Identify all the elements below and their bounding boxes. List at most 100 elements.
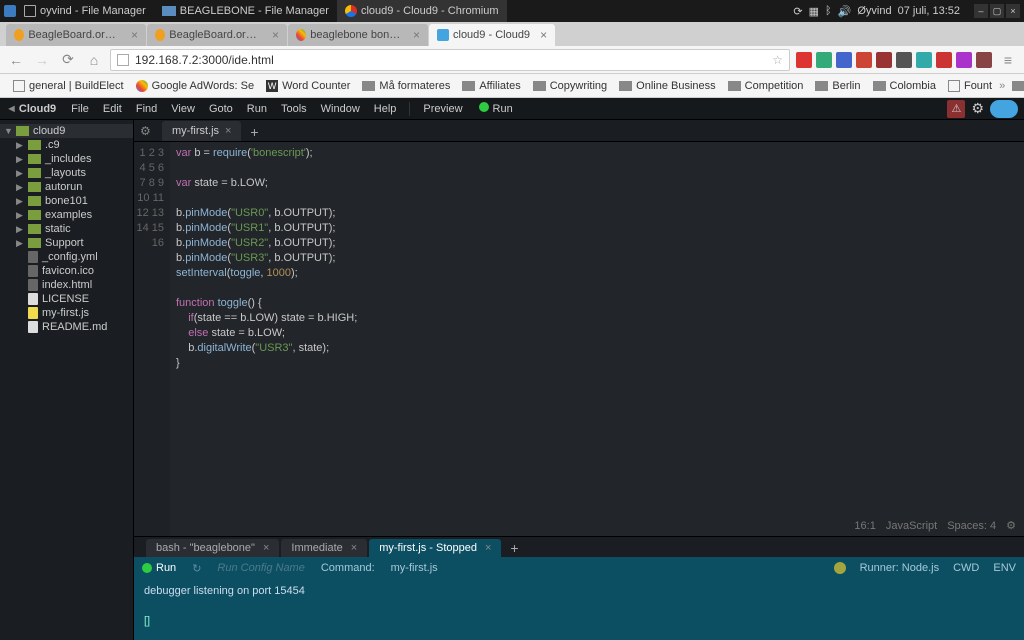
tree-item[interactable]: ▶bone101 [0, 194, 133, 208]
ide-logo[interactable]: Cloud9 [19, 103, 62, 115]
window-maximize-icon[interactable]: ▢ [990, 4, 1004, 18]
new-console-tab-button[interactable]: + [505, 539, 523, 557]
ext-icon[interactable] [976, 52, 992, 68]
new-tab-button[interactable]: + [245, 123, 263, 141]
tree-item[interactable]: README.md [0, 320, 133, 334]
tree-item[interactable]: LICENSE [0, 292, 133, 306]
tree-item[interactable]: _config.yml [0, 250, 133, 264]
chevron-icon[interactable]: ▶ [16, 154, 24, 165]
console-tab[interactable]: Immediate× [281, 539, 367, 557]
console-tab[interactable]: my-first.js - Stopped× [369, 539, 501, 557]
runner-label[interactable]: Runner: Node.js [860, 562, 940, 574]
cursor-position[interactable]: 16:1 [854, 519, 875, 534]
ext-icon[interactable] [836, 52, 852, 68]
taskbar-item[interactable]: oyvind - File Manager [16, 0, 154, 22]
editor-tab[interactable]: my-first.js × [162, 121, 241, 141]
ext-icon[interactable] [856, 52, 872, 68]
other-bookmarks[interactable]: Other bookmarks [1007, 80, 1024, 92]
ext-icon[interactable] [956, 52, 972, 68]
run-config-input[interactable]: Run Config Name [217, 562, 304, 574]
tab-close-icon[interactable]: × [413, 28, 420, 42]
tab-close-icon[interactable]: × [272, 28, 279, 42]
chevron-icon[interactable]: ▶ [16, 196, 24, 207]
tree-item[interactable]: ▶.c9 [0, 138, 133, 152]
menu-view[interactable]: View [164, 103, 202, 115]
browser-tab[interactable]: BeagleBoard.org - bor× [147, 24, 287, 46]
ext-icon[interactable] [896, 52, 912, 68]
menu-goto[interactable]: Goto [202, 103, 240, 115]
console-output[interactable]: debugger listening on port 15454 [] [134, 579, 1024, 640]
env-button[interactable]: ENV [993, 562, 1016, 574]
bookmark-item[interactable]: Google AdWords: Se [131, 80, 260, 92]
tab-close-icon[interactable]: × [131, 28, 138, 42]
window-close-icon[interactable]: × [1006, 4, 1020, 18]
ext-icon[interactable] [916, 52, 932, 68]
clock-label[interactable]: 07 juli, 13:52 [898, 5, 960, 17]
collapse-icon[interactable]: ◄ [6, 103, 17, 115]
address-bar[interactable]: 192.168.7.2:3000/ide.html ☆ [110, 49, 790, 71]
tab-close-icon[interactable]: × [225, 125, 231, 137]
status-gear-icon[interactable]: ⚙ [1006, 519, 1016, 534]
tab-menu-icon[interactable]: ⚙ [140, 124, 151, 138]
tree-item[interactable]: ▶static [0, 222, 133, 236]
language-mode[interactable]: JavaScript [886, 519, 937, 534]
reload-button[interactable]: ⟳ [58, 50, 78, 70]
settings-icon[interactable]: ⚙ [971, 100, 984, 117]
run-button[interactable]: Run [472, 102, 520, 115]
tab-close-icon[interactable]: × [485, 542, 491, 554]
tree-item[interactable]: my-first.js [0, 306, 133, 320]
restart-icon[interactable]: ↻ [192, 562, 201, 575]
bookmark-item[interactable]: Fount [943, 80, 997, 92]
tree-item[interactable]: index.html [0, 278, 133, 292]
debug-icon[interactable] [834, 562, 846, 574]
bookmark-item[interactable]: WWord Counter [261, 80, 355, 92]
tree-item[interactable]: favicon.ico [0, 264, 133, 278]
bookmark-item[interactable]: Colombia [868, 80, 941, 92]
bookmark-item[interactable]: Copywriting [528, 80, 612, 92]
chevron-icon[interactable]: ▶ [16, 238, 24, 249]
menu-file[interactable]: File [64, 103, 96, 115]
menu-help[interactable]: Help [367, 103, 404, 115]
updates-icon[interactable]: ⟳ [793, 5, 802, 18]
menu-window[interactable]: Window [314, 103, 367, 115]
browser-tab[interactable]: BeagleBoard.org - get× [6, 24, 146, 46]
window-minimize-icon[interactable]: – [974, 4, 988, 18]
bookmark-item[interactable]: Online Business [614, 80, 721, 92]
bookmark-item[interactable]: Competition [723, 80, 809, 92]
bookmark-item[interactable]: Berlin [810, 80, 865, 92]
cwd-button[interactable]: CWD [953, 562, 979, 574]
menu-edit[interactable]: Edit [96, 103, 129, 115]
chevron-icon[interactable]: ▶ [16, 210, 24, 221]
ext-icon[interactable] [876, 52, 892, 68]
chevron-icon[interactable]: ▶ [16, 168, 24, 179]
chevron-icon[interactable]: ▼ [4, 126, 12, 136]
taskbar-item[interactable]: BEAGLEBONE - File Manager [154, 0, 337, 22]
user-label[interactable]: Øyvind [857, 5, 891, 17]
preview-button[interactable]: Preview [416, 103, 469, 115]
volume-icon[interactable]: 🔊 [838, 5, 852, 18]
menu-tools[interactable]: Tools [274, 103, 314, 115]
network-icon[interactable]: ▦ [809, 5, 819, 18]
console-tab[interactable]: bash - "beaglebone"× [146, 539, 279, 557]
tree-item[interactable]: ▼cloud9 [0, 124, 133, 138]
forward-button[interactable]: → [32, 50, 52, 70]
browser-menu-icon[interactable]: ≡ [998, 50, 1018, 70]
browser-tab[interactable]: beaglebone bonescrip× [288, 24, 428, 46]
home-button[interactable]: ⌂ [84, 50, 104, 70]
tree-item[interactable]: ▶Support [0, 236, 133, 250]
tab-close-icon[interactable]: × [263, 542, 269, 554]
tree-item[interactable]: ▶_includes [0, 152, 133, 166]
ext-icon[interactable] [936, 52, 952, 68]
indent-mode[interactable]: Spaces: 4 [947, 519, 996, 534]
console-run-button[interactable]: Run [142, 562, 176, 574]
chevron-icon[interactable]: ▶ [16, 140, 24, 151]
bookmark-star-icon[interactable]: ☆ [772, 53, 783, 67]
tab-close-icon[interactable]: × [351, 542, 357, 554]
bookmark-item[interactable]: Må formateres [357, 80, 455, 92]
bookmark-item[interactable]: general | BuildElect [8, 80, 129, 92]
browser-tab[interactable]: cloud9 - Cloud9× [429, 24, 555, 46]
app-menu-icon[interactable] [4, 5, 16, 17]
ext-icon[interactable] [796, 52, 812, 68]
chevron-icon[interactable]: ▶ [16, 224, 24, 235]
code-content[interactable]: var b = require('bonescript'); var state… [170, 142, 1024, 536]
